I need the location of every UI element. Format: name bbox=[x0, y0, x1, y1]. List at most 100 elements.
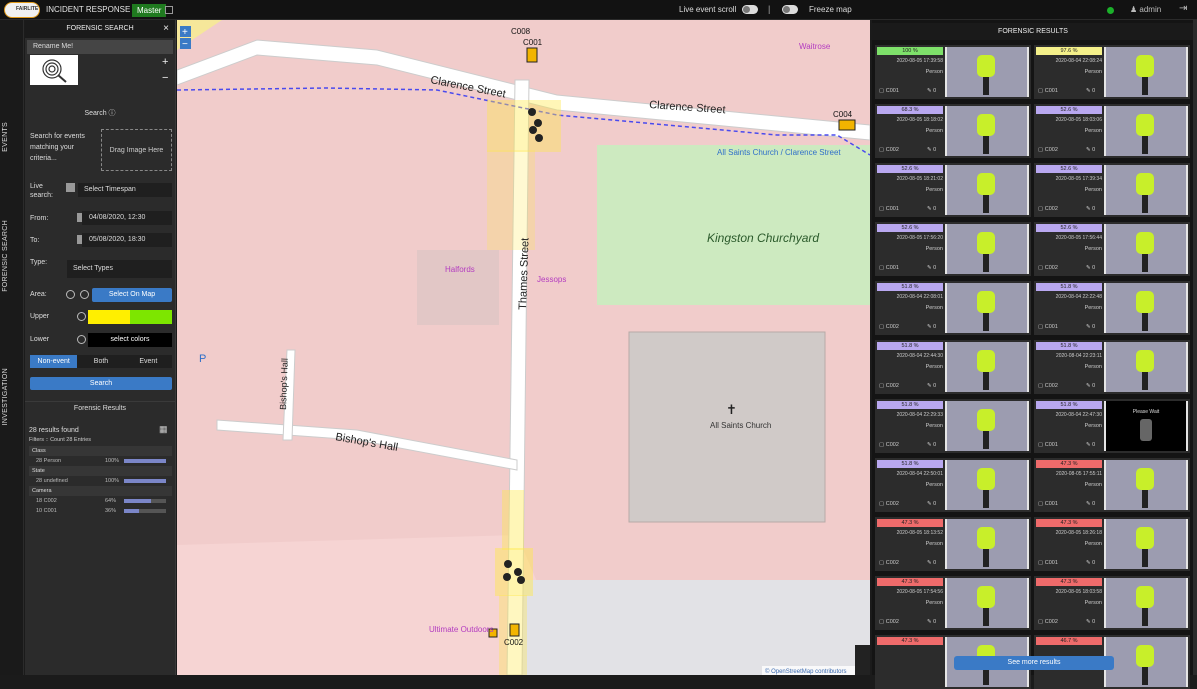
image-drop-zone[interactable]: Drag Image Here bbox=[101, 129, 172, 171]
notes-tag[interactable]: ✎ 0 bbox=[1086, 619, 1095, 625]
camera-tag[interactable]: ▢ C002 bbox=[879, 501, 899, 507]
result-card[interactable]: 51.8 % 2020-08-04 22:50:01 Person ▢ C002 ✎ 0 bbox=[875, 458, 1031, 512]
result-card[interactable]: 52.6 % 2020-08-05 17:39:34 Person ▢ C002 ✎ 0 bbox=[1034, 163, 1190, 217]
area-target-icon[interactable] bbox=[80, 290, 89, 299]
camera-tag[interactable]: ▢ C001 bbox=[879, 88, 899, 94]
live-scroll-toggle[interactable] bbox=[742, 5, 758, 14]
map-layer-tools[interactable] bbox=[855, 645, 870, 675]
notes-tag[interactable]: ✎ 0 bbox=[927, 206, 936, 212]
result-thumbnail[interactable] bbox=[945, 460, 1029, 510]
notes-tag[interactable]: ✎ 0 bbox=[927, 619, 936, 625]
camera-icon[interactable] bbox=[838, 119, 856, 131]
result-card[interactable]: 51.8 % 2020-08-04 22:44:30 Person ▢ C002 ✎ 0 bbox=[875, 340, 1031, 394]
logout-icon[interactable]: ⇥ bbox=[1179, 3, 1187, 14]
result-thumbnail[interactable] bbox=[1104, 47, 1188, 97]
camera-tag[interactable]: ▢ C001 bbox=[1038, 324, 1058, 330]
notes-tag[interactable]: ✎ 0 bbox=[1086, 88, 1095, 94]
result-card[interactable]: 51.8 % 2020-08-04 22:08:01 Person ▢ C002 ✎ 0 bbox=[875, 281, 1031, 335]
camera-tag[interactable]: ▢ C002 bbox=[879, 442, 899, 448]
app-logo[interactable]: FAIRLITE bbox=[4, 2, 40, 18]
freeze-map-toggle[interactable] bbox=[782, 5, 798, 14]
result-card[interactable]: 100 % 2020-08-05 17:39:58 Person ▢ C001 ✎ 0 bbox=[875, 45, 1031, 99]
detection-marker-icon[interactable] bbox=[534, 119, 542, 127]
upper-color-swatch[interactable] bbox=[88, 310, 172, 324]
notes-tag[interactable]: ✎ 0 bbox=[927, 324, 936, 330]
notes-tag[interactable]: ✎ 0 bbox=[1086, 265, 1095, 271]
result-thumbnail[interactable] bbox=[1104, 519, 1188, 569]
color-picker-icon[interactable] bbox=[77, 312, 86, 321]
result-card[interactable]: 52.6 % 2020-08-05 17:56:20 Person ▢ C001 ✎ 0 bbox=[875, 222, 1031, 276]
select-on-map-button[interactable]: Select On Map bbox=[92, 288, 172, 302]
camera-tag[interactable]: ▢ C002 bbox=[879, 147, 899, 153]
result-card[interactable]: 47.3 % 2020-08-05 18:13:52 Person ▢ C002 ✎ 0 bbox=[875, 517, 1031, 571]
result-card[interactable]: 51.8 % 2020-08-04 22:29:33 Person ▢ C002 ✎ 0 bbox=[875, 399, 1031, 453]
camera-tag[interactable]: ▢ C001 bbox=[1038, 501, 1058, 507]
notes-tag[interactable]: ✎ 0 bbox=[1086, 383, 1095, 389]
tab-events[interactable]: EVENTS bbox=[2, 122, 9, 152]
camera-tag[interactable]: ▢ C002 bbox=[879, 560, 899, 566]
result-thumbnail[interactable] bbox=[1104, 578, 1188, 628]
notes-tag[interactable]: ✎ 0 bbox=[1086, 147, 1095, 153]
lower-color-select[interactable]: select colors bbox=[88, 333, 172, 347]
grid-icon[interactable]: ▦ bbox=[159, 424, 168, 435]
map-attribution[interactable]: © OpenStreetMap contributors bbox=[765, 668, 846, 675]
camera-tag[interactable]: ▢ C002 bbox=[879, 619, 899, 625]
notes-tag[interactable]: ✎ 0 bbox=[1086, 206, 1095, 212]
result-thumbnail[interactable] bbox=[1104, 460, 1188, 510]
result-thumbnail[interactable] bbox=[1104, 283, 1188, 333]
user-menu[interactable]: ♟ admin bbox=[1130, 5, 1161, 14]
see-more-button[interactable]: See more results bbox=[954, 656, 1114, 670]
detection-marker-icon[interactable] bbox=[517, 576, 525, 584]
result-thumbnail[interactable] bbox=[945, 224, 1029, 274]
result-card[interactable]: 52.6 % 2020-08-05 17:56:44 Person ▢ C002 ✎ 0 bbox=[1034, 222, 1190, 276]
add-icon[interactable]: + bbox=[162, 56, 168, 68]
result-card[interactable]: 51.8 % 2020-08-04 22:22:48 Person ▢ C001 ✎ 0 bbox=[1034, 281, 1190, 335]
notes-tag[interactable]: ✎ 0 bbox=[927, 265, 936, 271]
camera-tag[interactable]: ▢ C001 bbox=[879, 206, 899, 212]
map-canvas[interactable]: Clarence Street Clarence Street Thames S… bbox=[177, 20, 870, 675]
notes-tag[interactable]: ✎ 0 bbox=[1086, 501, 1095, 507]
notes-tag[interactable]: ✎ 0 bbox=[1086, 560, 1095, 566]
segment-event[interactable]: Event bbox=[125, 355, 172, 368]
result-card[interactable]: 52.6 % 2020-08-05 18:21:02 Person ▢ C001 ✎ 0 bbox=[875, 163, 1031, 217]
detection-marker-icon[interactable] bbox=[514, 568, 522, 576]
camera-tag[interactable]: ▢ C001 bbox=[879, 265, 899, 271]
detection-marker-icon[interactable] bbox=[503, 573, 511, 581]
stats-row[interactable]: 18 C002 64% bbox=[29, 496, 172, 506]
copy-icon[interactable] bbox=[165, 6, 173, 14]
notes-tag[interactable]: ✎ 0 bbox=[927, 560, 936, 566]
camera-tag[interactable]: ▢ C002 bbox=[879, 383, 899, 389]
stats-row[interactable]: 28 Person 100% bbox=[29, 456, 172, 466]
map-view[interactable]: Clarence Street Clarence Street Thames S… bbox=[177, 20, 870, 675]
color-picker-icon[interactable] bbox=[77, 335, 86, 344]
result-thumbnail[interactable] bbox=[945, 283, 1029, 333]
close-icon[interactable]: × bbox=[163, 20, 169, 38]
result-thumbnail[interactable]: Please Wait bbox=[1104, 401, 1188, 451]
stats-row[interactable]: 10 C001 36% bbox=[29, 506, 172, 516]
segment-both[interactable]: Both bbox=[77, 355, 124, 368]
result-card[interactable]: 97.6 % 2020-08-04 22:08:24 Person ▢ C001 ✎ 0 bbox=[1034, 45, 1190, 99]
result-thumbnail[interactable] bbox=[945, 578, 1029, 628]
result-card[interactable]: 51.8 % 2020-08-04 22:47:30 Person ▢ C001 ✎ 0… bbox=[1034, 399, 1190, 453]
camera-tag[interactable]: ▢ C002 bbox=[1038, 206, 1058, 212]
area-clear-icon[interactable] bbox=[66, 290, 75, 299]
camera-tag[interactable]: ▢ C002 bbox=[879, 324, 899, 330]
detection-marker-icon[interactable] bbox=[529, 126, 537, 134]
result-thumbnail[interactable] bbox=[945, 106, 1029, 156]
result-thumbnail[interactable] bbox=[945, 519, 1029, 569]
result-thumbnail[interactable] bbox=[945, 47, 1029, 97]
camera-tag[interactable]: ▢ C002 bbox=[1038, 619, 1058, 625]
search-thumbnail[interactable] bbox=[30, 55, 78, 85]
result-card[interactable]: 47.3 % 2020-08-05 18:03:58 Person ▢ C002 ✎ 0 bbox=[1034, 576, 1190, 630]
camera-tag[interactable]: ▢ C002 bbox=[1038, 383, 1058, 389]
result-card[interactable]: 47.3 % 2020-08-05 18:26:18 Person ▢ C001 ✎ 0 bbox=[1034, 517, 1190, 571]
camera-tag[interactable]: ▢ C001 bbox=[1038, 88, 1058, 94]
notes-tag[interactable]: ✎ 0 bbox=[927, 442, 936, 448]
result-card[interactable]: 51.8 % 2020-08-04 22:23:11 Person ▢ C002 ✎ 0 bbox=[1034, 340, 1190, 394]
camera-tag[interactable]: ▢ C002 bbox=[1038, 265, 1058, 271]
camera-tag[interactable]: ▢ C002 bbox=[1038, 147, 1058, 153]
camera-tag[interactable]: ▢ C001 bbox=[1038, 442, 1058, 448]
segment-non-event[interactable]: Non-event bbox=[30, 355, 78, 368]
notes-tag[interactable]: ✎ 0 bbox=[927, 383, 936, 389]
rename-field[interactable]: Rename Me! bbox=[27, 40, 173, 54]
